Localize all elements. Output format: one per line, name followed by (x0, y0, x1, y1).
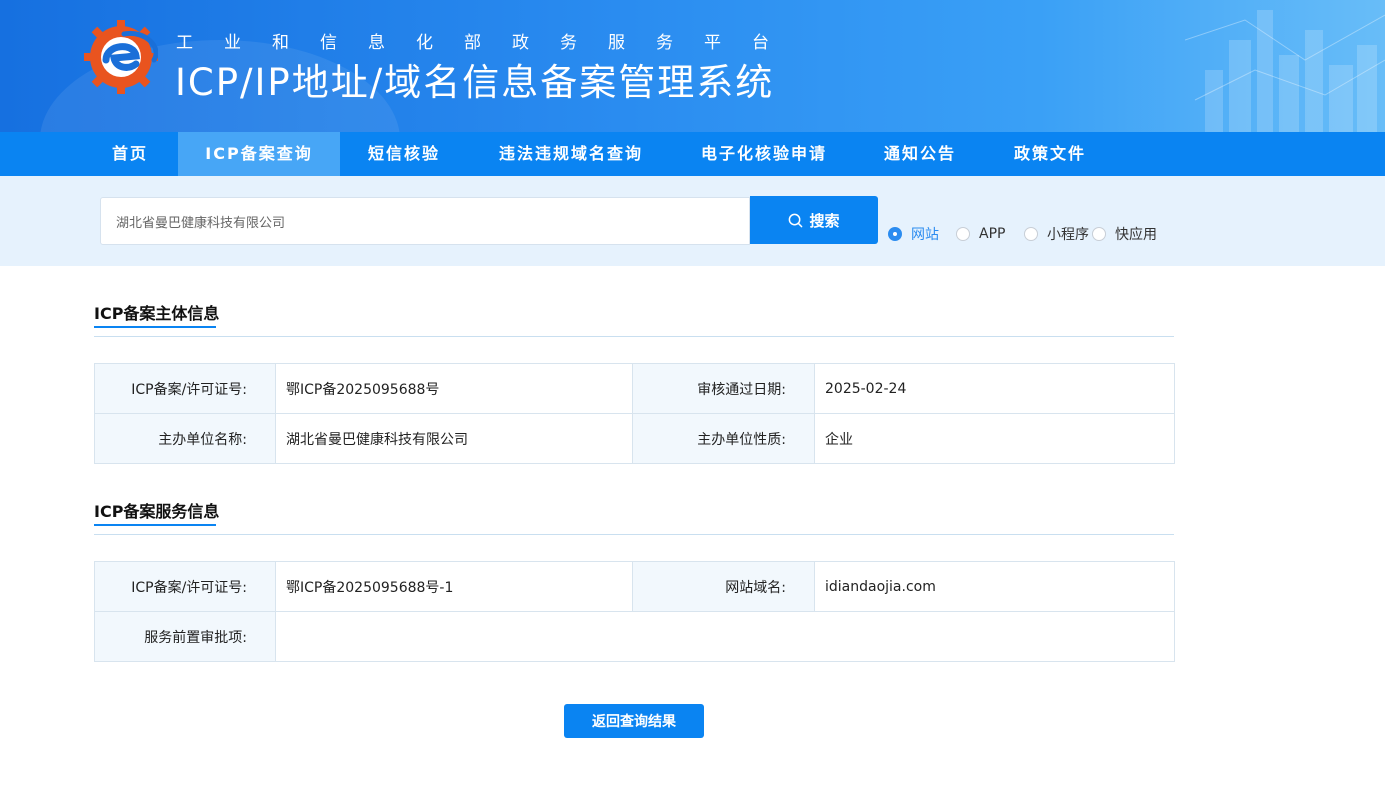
system-title: ICP/IP地址/域名信息备案管理系统 (175, 61, 775, 104)
field-label: 服务前置审批项: (94, 611, 276, 662)
subject-info-table: ICP备案/许可证号: 鄂ICP备2025095688号 审核通过日期: 202… (94, 363, 1175, 464)
city-skyline-decoration (1185, 10, 1385, 132)
radio-label: 快应用 (1115, 227, 1157, 243)
main-nav: 首页 ICP备案查询 短信核验 违法违规域名查询 电子化核验申请 通知公告 政策… (0, 132, 1385, 176)
table-row: 主办单位名称: 湖北省曼巴健康科技有限公司 主办单位性质: 企业 (94, 413, 1175, 464)
platform-subtitle: 工业和信息化部政务服务平台 (176, 33, 800, 53)
search-button[interactable]: 搜索 (750, 196, 878, 244)
approval-date: 2025-02-24 (814, 363, 1175, 414)
field-label: 主办单位名称: (94, 413, 276, 464)
radio-type-app[interactable]: APP (956, 226, 1005, 242)
search-button-label: 搜索 (809, 211, 840, 230)
field-label: ICP备案/许可证号: (94, 561, 276, 612)
nav-item-home[interactable]: 首页 (94, 132, 166, 176)
nav-item-policy-docs[interactable]: 政策文件 (998, 132, 1102, 176)
table-row: 服务前置审批项: (94, 611, 1175, 662)
radio-dot (1024, 227, 1038, 241)
radio-type-mini-program[interactable]: 小程序 (1024, 226, 1089, 243)
service-info-table: ICP备案/许可证号: 鄂ICP备2025095688号-1 网站域名: idi… (94, 561, 1175, 662)
sponsor-name: 湖北省曼巴健康科技有限公司 (275, 413, 633, 464)
radio-type-quick-app[interactable]: 快应用 (1092, 226, 1157, 243)
section-divider (94, 534, 1174, 535)
section-title-subject-info: ICP备案主体信息 (94, 304, 220, 323)
section-title-service-info: ICP备案服务信息 (94, 502, 220, 521)
field-label: 主办单位性质: (632, 413, 815, 464)
radio-label: APP (979, 226, 1006, 242)
radio-dot (956, 227, 970, 241)
nav-item-sms-verify[interactable]: 短信核验 (352, 132, 456, 176)
radio-dot (1092, 227, 1106, 241)
sponsor-nature: 企业 (814, 413, 1175, 464)
table-row: ICP备案/许可证号: 鄂ICP备2025095688号-1 网站域名: idi… (94, 561, 1175, 612)
pre-approval-items (275, 611, 1175, 662)
icp-license-number: 鄂ICP备2025095688号 (275, 363, 633, 414)
radio-type-website[interactable]: 网站 (888, 226, 939, 243)
nav-item-e-verify-apply[interactable]: 电子化核验申请 (684, 132, 844, 176)
ministry-gear-e-logo-icon (84, 20, 158, 94)
section-divider (94, 336, 1174, 337)
nav-item-icp-query[interactable]: ICP备案查询 (178, 132, 340, 176)
back-to-results-button[interactable]: 返回查询结果 (564, 704, 704, 738)
section-underline (94, 524, 216, 526)
nav-item-notices[interactable]: 通知公告 (868, 132, 972, 176)
search-band: 搜索 网站 APP 小程序 快应用 (0, 176, 1385, 266)
field-label: ICP备案/许可证号: (94, 363, 276, 414)
service-icp-license-number: 鄂ICP备2025095688号-1 (275, 561, 633, 612)
field-label: 网站域名: (632, 561, 815, 612)
table-row: ICP备案/许可证号: 鄂ICP备2025095688号 审核通过日期: 202… (94, 363, 1175, 414)
nav-item-illegal-domain-query[interactable]: 违法违规域名查询 (480, 132, 662, 176)
website-domain: idiandaojia.com (814, 561, 1175, 612)
header-banner: 工业和信息化部政务服务平台 ICP/IP地址/域名信息备案管理系统 (0, 0, 1385, 132)
radio-dot (888, 227, 902, 241)
radio-label: 小程序 (1047, 227, 1089, 243)
search-icon (789, 213, 803, 227)
search-input[interactable] (100, 197, 750, 245)
radio-label: 网站 (911, 227, 939, 243)
field-label: 审核通过日期: (632, 363, 815, 414)
section-underline (94, 326, 216, 328)
